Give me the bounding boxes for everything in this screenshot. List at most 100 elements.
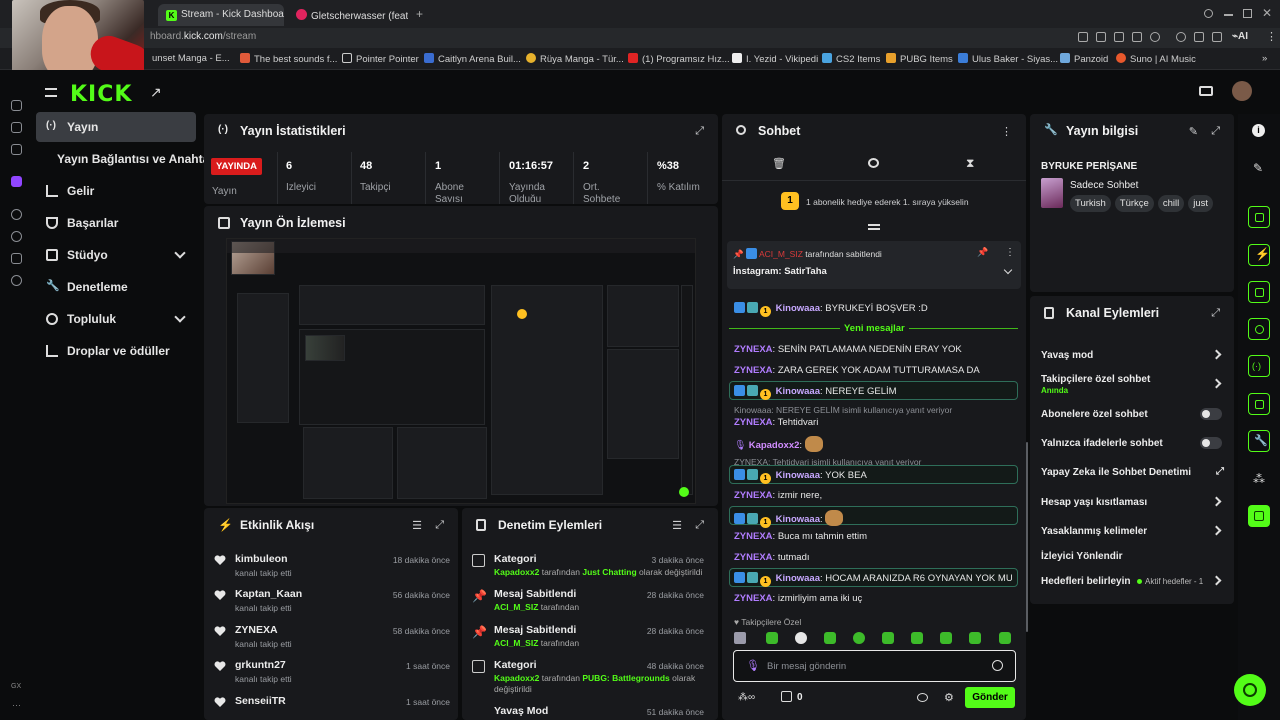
rail-activity-icon[interactable]: ⁂: [1248, 468, 1270, 490]
search-tabs-icon[interactable]: [1204, 9, 1213, 18]
chat-message[interactable]: ZYNEXA: Buca mı tahmin ettim: [734, 531, 867, 542]
rail-chat-icon[interactable]: [1248, 318, 1270, 340]
rail-m-icon[interactable]: [11, 144, 22, 155]
sidebar-item-topluluk[interactable]: Topluluk: [36, 304, 196, 334]
heart-icon[interactable]: [1150, 32, 1160, 42]
followers-only-row[interactable]: Takipçilere özel sohbet Anında: [1041, 374, 1226, 398]
chat-scrollbar[interactable]: [1026, 442, 1028, 632]
trash-icon[interactable]: 🗑: [772, 157, 786, 170]
raid-viewers-row[interactable]: İzleyici Yönlendir: [1041, 551, 1226, 565]
maximize-icon[interactable]: [1243, 9, 1252, 18]
chat-message[interactable]: ZYNEXA: ZARA GEREK YOK ADAM TUTTURAMASA …: [734, 365, 980, 376]
chat-bubble-icon[interactable]: [868, 158, 879, 168]
screenshot-icon[interactable]: [1096, 32, 1106, 42]
sidebar-item-droplar[interactable]: Droplar ve ödüller: [36, 336, 206, 366]
banned-words-row[interactable]: Yasaklanmış kelimeler: [1041, 525, 1226, 540]
menu-icon[interactable]: ⋮: [1266, 30, 1277, 43]
stream-preview-video[interactable]: [226, 238, 696, 504]
bookmark-item[interactable]: Panzoid: [1060, 53, 1108, 65]
more-options-icon[interactable]: ⋮: [1001, 125, 1012, 138]
bookmark-item[interactable]: Pointer Pointer: [342, 53, 419, 65]
expand-icon[interactable]: ⤢: [435, 519, 444, 532]
expand-icon[interactable]: ⤢: [695, 519, 704, 532]
pinned-message[interactable]: 📌 ACI_M_SIZ tarafından sabitlendi İnstag…: [727, 241, 1021, 289]
rail-settings-icon[interactable]: [11, 275, 22, 286]
chat-message[interactable]: 1 Kinowaaa: YOK BEA: [734, 469, 867, 484]
microphone-icon[interactable]: 🎙: [746, 659, 760, 672]
expand-icon[interactable]: ⤢: [695, 125, 704, 138]
bookmark-item[interactable]: CS2 Items: [822, 53, 880, 65]
rail-actions-icon[interactable]: [1248, 393, 1270, 415]
tab-gletscherwasser[interactable]: Gletscherwasser (feat: [288, 4, 408, 26]
unpin-icon[interactable]: 📌: [977, 247, 988, 258]
hourglass-icon[interactable]: ⧗: [966, 156, 974, 171]
rail-cube-icon[interactable]: [11, 253, 22, 264]
subscribers-only-toggle[interactable]: [1200, 408, 1222, 420]
emote-icon[interactable]: [795, 632, 807, 644]
creator-icon[interactable]: [1199, 86, 1213, 96]
rail-more-icon[interactable]: ···: [12, 700, 21, 710]
emote-icon[interactable]: [766, 632, 778, 644]
address-bar[interactable]: hboard.kick.com/stream ⌁AI ⋮: [0, 28, 1280, 48]
rail-document-icon[interactable]: [1248, 281, 1270, 303]
settings-icon[interactable]: [1176, 32, 1186, 42]
bookmark-icon[interactable]: [1078, 32, 1088, 42]
emote-icon[interactable]: [882, 632, 894, 644]
emote-icon[interactable]: [734, 632, 746, 644]
edit-icon[interactable]: ✎: [1189, 125, 1198, 138]
bookmark-item[interactable]: Ulus Baker - Siyas...: [958, 53, 1058, 65]
filter-icon[interactable]: ☰: [672, 519, 682, 532]
edit-icon[interactable]: ✎: [1248, 158, 1270, 180]
sidebar-item-studyo[interactable]: Stüdyo: [36, 240, 196, 270]
close-window-icon[interactable]: ✕: [1262, 6, 1272, 20]
rail-home-icon[interactable]: [11, 100, 22, 111]
chat-message[interactable]: ZYNEXA: izmir nere,: [734, 490, 822, 501]
send-button[interactable]: Gönder: [965, 687, 1015, 708]
goals-row[interactable]: Hedefleri belirleyin Aktif hedefler - 1: [1041, 575, 1226, 590]
bookmark-item[interactable]: unset Manga - E...: [152, 53, 230, 64]
chat-message[interactable]: ZYNEXA: tutmadı: [734, 552, 810, 563]
emote-icon[interactable]: [940, 632, 952, 644]
expand-icon[interactable]: ⤢: [1211, 125, 1220, 138]
minimize-icon[interactable]: [1224, 14, 1233, 16]
sub-notice[interactable]: 1 abonelik hediye ederek 1. sıraya yükse…: [806, 197, 969, 207]
chat-message[interactable]: ZYNEXA: SENİN PATLAMAMA NEDENİN ERAY YOK: [734, 344, 962, 355]
snapshot-icon[interactable]: [1194, 32, 1204, 42]
bookmark-item[interactable]: PUBG Items: [886, 53, 953, 65]
gift-icon[interactable]: [781, 691, 792, 702]
sidebar-item-denetleme[interactable]: 🔧 Denetleme: [36, 272, 196, 302]
ai-moderation-row[interactable]: Yapay Zeka ile Sohbet Denetimi ⤢: [1041, 466, 1226, 481]
emote-icon[interactable]: [911, 632, 923, 644]
points-icon[interactable]: ⁂∞: [738, 692, 755, 703]
emote-icon[interactable]: [999, 632, 1011, 644]
chat-input[interactable]: 🎙 Bir mesaj gönderin: [733, 650, 1016, 682]
rail-lightning-icon[interactable]: ⚡: [1248, 244, 1270, 266]
chat-message[interactable]: 1 Kinowaaa: HOCAM ARANIZDA R6 OYNAYAN YO…: [734, 572, 1013, 587]
support-chat-button[interactable]: [1234, 674, 1266, 706]
sidebar-item-gelir[interactable]: Gelir: [36, 176, 196, 206]
rail-play-icon[interactable]: [11, 209, 22, 220]
chat-settings-icon[interactable]: ⚙: [944, 691, 954, 704]
chat-message[interactable]: ZYNEXA: izmirliyim ama iki uç: [734, 593, 862, 604]
chat-message[interactable]: 1 Kinowaaa:: [734, 510, 844, 528]
sidebar-item-stream-key[interactable]: Yayın Bağlantısı ve Anahtarı: [36, 144, 217, 174]
extension-icon[interactable]: [1132, 32, 1142, 42]
expand-icon[interactable]: ⤢: [1211, 307, 1220, 320]
more-bookmarks-icon[interactable]: »: [1262, 53, 1267, 64]
hamburger-menu-icon[interactable]: [45, 88, 57, 97]
rail-broadcast-icon[interactable]: (·): [1248, 355, 1270, 377]
rail-image-icon[interactable]: [11, 122, 22, 133]
shield-icon[interactable]: [1114, 32, 1124, 42]
chat-actions-icon[interactable]: [917, 693, 928, 702]
tab-kick-dashboard[interactable]: K Stream - Kick Dashboard: [158, 4, 284, 26]
chat-message[interactable]: ZYNEXA: Tehtidvari: [734, 417, 818, 428]
bookmark-item[interactable]: (1) Programsız Hız...: [628, 53, 730, 65]
collapse-icon[interactable]: [868, 224, 880, 230]
kick-logo[interactable]: KICK: [70, 82, 132, 107]
info-icon[interactable]: i: [1248, 120, 1270, 142]
bookmark-item[interactable]: The best sounds f...: [240, 53, 337, 65]
sidebar-item-basarilar[interactable]: Başarılar: [36, 208, 196, 238]
rail-moderation-icon[interactable]: [1248, 505, 1270, 527]
rail-clock-icon[interactable]: [11, 231, 22, 242]
subscribers-only-row[interactable]: Abonelere özel sohbet: [1041, 408, 1226, 423]
